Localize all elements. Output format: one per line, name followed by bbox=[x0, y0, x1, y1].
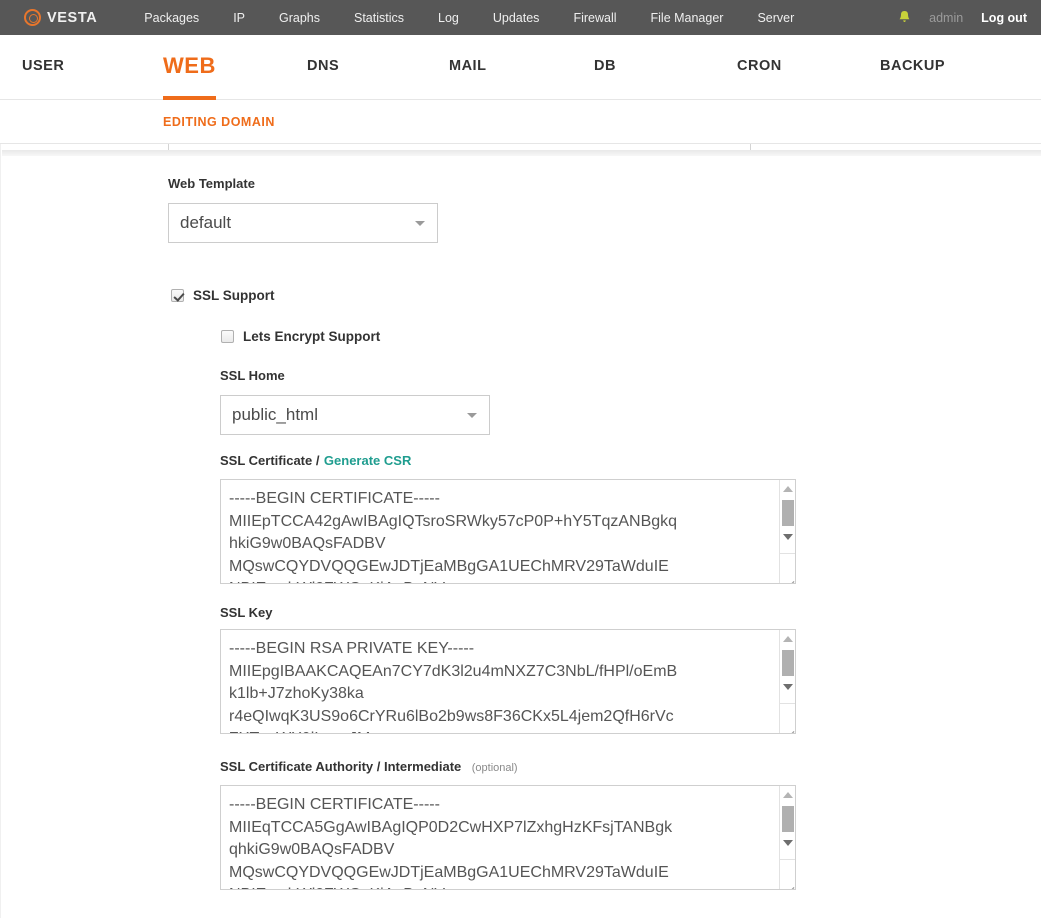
nav-item-graphs[interactable]: Graphs bbox=[262, 11, 337, 25]
ssl-ca-field: SSL Certificate Authority / Intermediate… bbox=[220, 758, 796, 890]
resize-grip-icon[interactable] bbox=[781, 719, 795, 733]
ssl-ca-value: -----BEGIN CERTIFICATE----- MIIEqTCCA5Gg… bbox=[229, 796, 673, 889]
ssl-certificate-textarea[interactable]: -----BEGIN CERTIFICATE----- MIIEpTCCA42g… bbox=[220, 479, 796, 584]
lets-encrypt-row[interactable]: Lets Encrypt Support bbox=[221, 329, 380, 344]
ssl-certificate-scrollbar[interactable] bbox=[779, 480, 795, 583]
scroll-down-icon[interactable] bbox=[782, 840, 793, 846]
breadcrumb: EDITING DOMAIN bbox=[163, 114, 275, 129]
ssl-home-value: public_html bbox=[232, 405, 318, 424]
ssl-key-scrollbar[interactable] bbox=[779, 630, 795, 733]
web-template-label: Web Template bbox=[168, 176, 255, 191]
ssl-certificate-field: SSL Certificate / Generate CSR -----BEGI… bbox=[220, 452, 796, 584]
top-navbar-items: Packages IP Graphs Statistics Log Update… bbox=[127, 11, 811, 25]
vesta-logo[interactable]: VESTA bbox=[24, 9, 97, 26]
breadcrumb-bar: EDITING DOMAIN bbox=[0, 100, 1041, 144]
vesta-logo-text: VESTA bbox=[47, 9, 98, 26]
ssl-ca-label-row: SSL Certificate Authority / Intermediate… bbox=[220, 758, 796, 776]
vesta-logo-icon bbox=[24, 9, 41, 26]
tab-backup[interactable]: BACKUP bbox=[880, 58, 945, 76]
resize-grip-icon[interactable] bbox=[781, 875, 795, 889]
nav-item-statistics[interactable]: Statistics bbox=[337, 11, 421, 25]
nav-item-log[interactable]: Log bbox=[421, 11, 476, 25]
ssl-home-label: SSL Home bbox=[220, 368, 285, 383]
lets-encrypt-label: Lets Encrypt Support bbox=[243, 329, 381, 344]
scroll-down-icon[interactable] bbox=[782, 534, 793, 540]
ssl-support-row[interactable]: SSL Support bbox=[171, 288, 275, 303]
ssl-support-checkbox[interactable] bbox=[171, 289, 184, 302]
web-template-select[interactable]: default bbox=[168, 203, 438, 243]
top-navbar-right: admin Log out bbox=[898, 10, 1027, 25]
scroll-up-icon[interactable] bbox=[782, 636, 793, 642]
ssl-certificate-value: -----BEGIN CERTIFICATE----- MIIEpTCCA42g… bbox=[229, 490, 678, 583]
ssl-home-select[interactable]: public_html bbox=[220, 395, 490, 435]
top-navbar: VESTA Packages IP Graphs Statistics Log … bbox=[0, 0, 1041, 35]
tab-dns[interactable]: DNS bbox=[307, 58, 339, 76]
generate-csr-link[interactable]: Generate CSR bbox=[324, 453, 411, 468]
bell-icon[interactable] bbox=[898, 10, 911, 25]
current-user-label[interactable]: admin bbox=[929, 11, 963, 25]
scroll-up-icon[interactable] bbox=[782, 792, 793, 798]
logout-button[interactable]: Log out bbox=[981, 11, 1027, 25]
tab-user[interactable]: USER bbox=[22, 58, 64, 76]
nav-item-server[interactable]: Server bbox=[740, 11, 811, 25]
ssl-key-field: SSL Key -----BEGIN RSA PRIVATE KEY----- … bbox=[220, 605, 796, 734]
scroll-down-icon[interactable] bbox=[782, 684, 793, 690]
tab-db[interactable]: DB bbox=[594, 58, 616, 76]
scroll-up-icon[interactable] bbox=[782, 486, 793, 492]
nav-item-ip[interactable]: IP bbox=[216, 11, 262, 25]
nav-item-updates[interactable]: Updates bbox=[476, 11, 557, 25]
ssl-key-textarea[interactable]: -----BEGIN RSA PRIVATE KEY----- MIIEpgIB… bbox=[220, 629, 796, 734]
lets-encrypt-checkbox[interactable] bbox=[221, 330, 234, 343]
ssl-certificate-label-row: SSL Certificate / Generate CSR bbox=[220, 452, 796, 470]
tab-cron[interactable]: CRON bbox=[737, 58, 782, 76]
edit-domain-form: Web Template default SSL Support Lets En… bbox=[0, 144, 1041, 918]
nav-item-packages[interactable]: Packages bbox=[127, 11, 216, 25]
scrollbar-thumb[interactable] bbox=[782, 500, 794, 526]
nav-item-file-manager[interactable]: File Manager bbox=[634, 11, 741, 25]
web-template-value: default bbox=[180, 213, 232, 232]
section-tabs: USER WEB DNS MAIL DB CRON BACKUP bbox=[0, 35, 1041, 100]
ssl-ca-optional-note: (optional) bbox=[471, 762, 518, 774]
ssl-ca-scrollbar[interactable] bbox=[779, 786, 795, 889]
scrollbar-thumb[interactable] bbox=[782, 650, 794, 676]
nav-item-firewall[interactable]: Firewall bbox=[556, 11, 633, 25]
web-template-field: Web Template default bbox=[168, 176, 438, 243]
tab-mail[interactable]: MAIL bbox=[449, 58, 486, 76]
tab-web[interactable]: WEB bbox=[163, 53, 216, 100]
ssl-support-label: SSL Support bbox=[193, 288, 275, 303]
scrollbar-thumb[interactable] bbox=[782, 806, 794, 832]
ssl-ca-label: SSL Certificate Authority / Intermediate bbox=[220, 759, 462, 774]
ssl-ca-textarea[interactable]: -----BEGIN CERTIFICATE----- MIIEqTCCA5Gg… bbox=[220, 785, 796, 890]
resize-grip-icon[interactable] bbox=[781, 569, 795, 583]
ssl-home-field: SSL Home public_html bbox=[220, 368, 490, 435]
chevron-down-icon bbox=[467, 412, 477, 418]
ssl-certificate-label: SSL Certificate / bbox=[220, 453, 320, 468]
ssl-key-label: SSL Key bbox=[220, 605, 273, 620]
chevron-down-icon bbox=[415, 220, 425, 226]
scroll-shadow bbox=[2, 150, 1041, 156]
ssl-key-value: -----BEGIN RSA PRIVATE KEY----- MIIEpgIB… bbox=[229, 640, 678, 733]
